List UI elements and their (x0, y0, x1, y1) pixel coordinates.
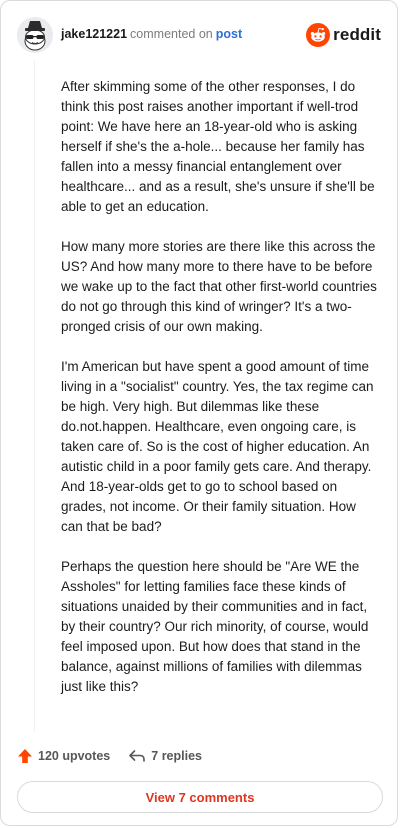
reply-count: 7 replies (151, 749, 202, 763)
comment-header: jake121221 commented on post reddit (17, 17, 381, 53)
replies-button[interactable]: 7 replies (128, 748, 202, 764)
reply-arrow-icon (129, 750, 146, 762)
post-link[interactable]: post (216, 27, 242, 41)
username-link[interactable]: jake121221 (61, 27, 127, 41)
reddit-brand[interactable]: reddit (306, 22, 381, 48)
view-comments-button[interactable]: View 7 comments (17, 781, 383, 813)
comment-actions: 120 upvotes 7 replies (17, 745, 202, 767)
user-avatar[interactable] (17, 17, 53, 53)
upvote-arrow-icon (18, 749, 32, 763)
comment-card: jake121221 commented on post reddit After … (0, 0, 398, 826)
upvote-count: 120 upvotes (38, 749, 111, 763)
brand-wordmark: reddit (333, 25, 381, 44)
comment-meta: jake121221 commented on post (61, 27, 242, 41)
thread-line (34, 61, 35, 731)
comment-paragraph: I'm American but have spent a good amoun… (61, 359, 374, 534)
action-text: commented on (130, 27, 213, 41)
comment-body: After skimming some of the other respons… (61, 77, 377, 717)
reddit-snoo-icon (306, 23, 331, 47)
comment-paragraph: After skimming some of the other respons… (61, 79, 375, 214)
snoo-avatar-icon (17, 17, 53, 53)
upvote-button[interactable]: 120 upvotes (17, 748, 110, 764)
comment-paragraph: Perhaps the question here should be "Are… (61, 559, 369, 694)
comment-paragraph: How many more stories are there like thi… (61, 239, 377, 334)
